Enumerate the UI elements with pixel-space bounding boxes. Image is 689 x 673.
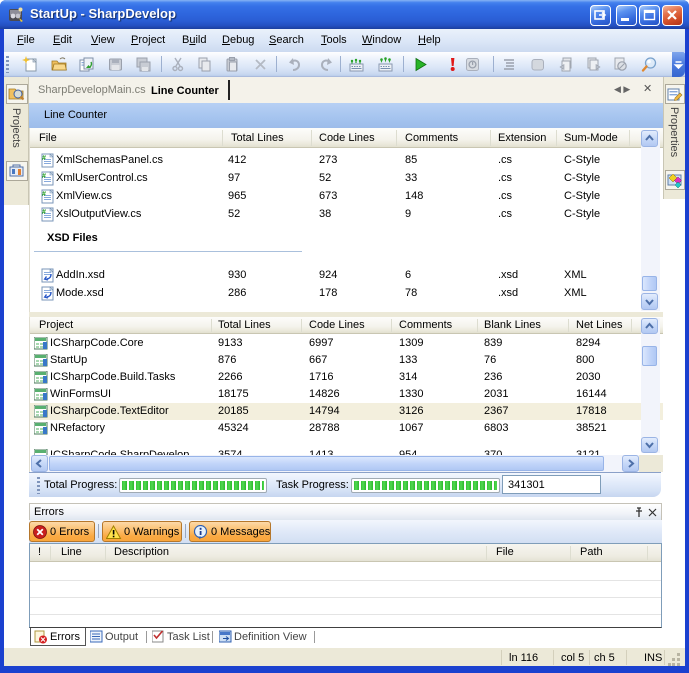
- svg-text:#: #: [42, 191, 46, 198]
- svg-text:#: #: [42, 209, 46, 216]
- svg-text:#: #: [42, 173, 46, 180]
- svg-text:#: #: [42, 155, 46, 162]
